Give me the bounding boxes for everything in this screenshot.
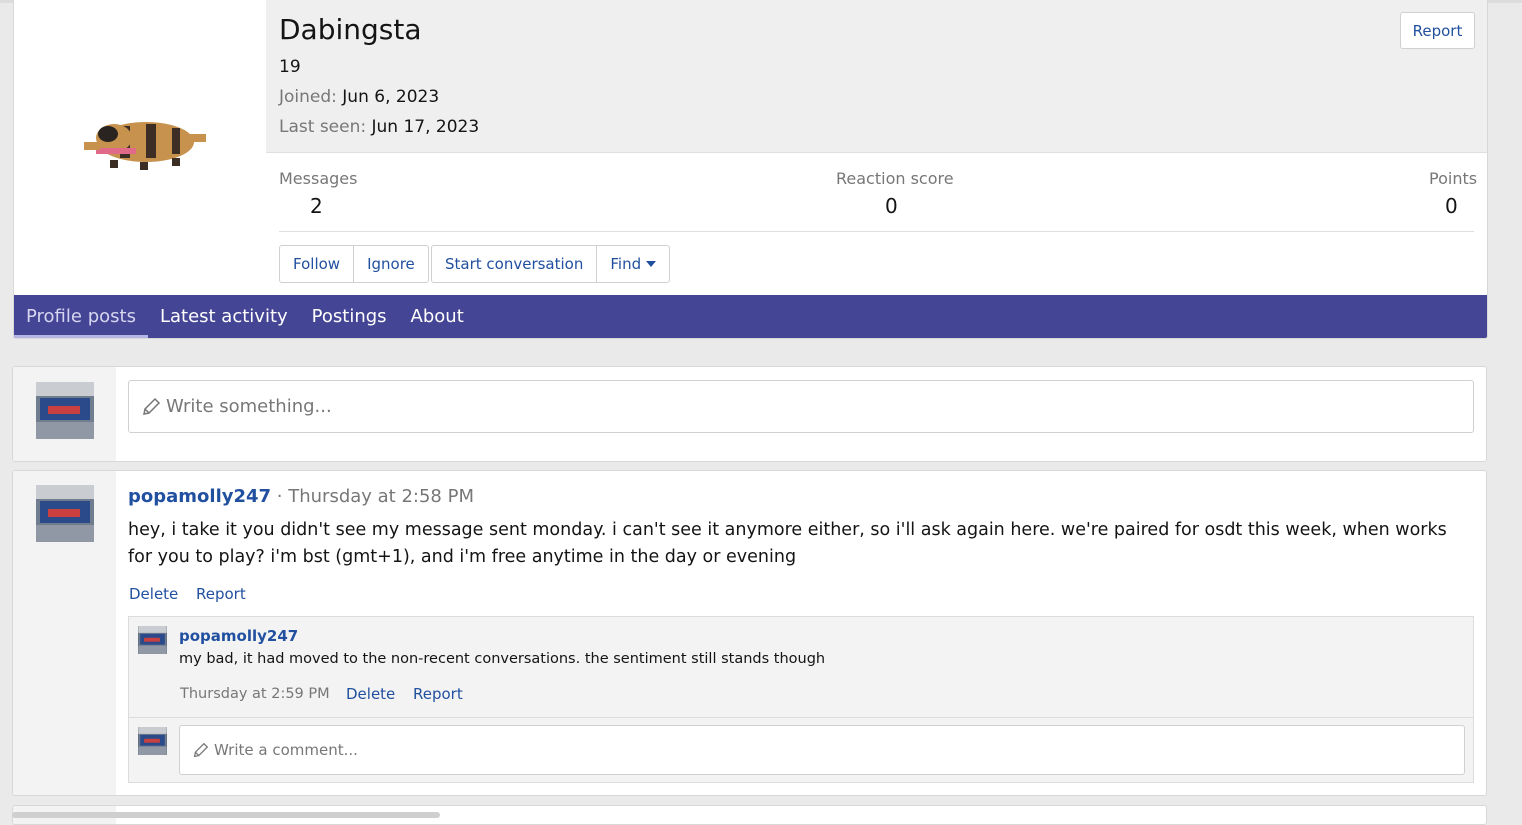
tab-postings[interactable]: Postings xyxy=(300,295,399,338)
post-report-link[interactable]: Report xyxy=(196,585,246,603)
profile-username: Dabingsta xyxy=(279,13,422,46)
joined-value: Jun 6, 2023 xyxy=(342,87,440,107)
messages-value[interactable]: 2 xyxy=(310,194,323,218)
ignore-button[interactable]: Ignore xyxy=(354,246,428,282)
pencil-icon xyxy=(193,742,209,757)
joined-info: Joined: Jun 6, 2023 xyxy=(279,87,439,107)
find-menu-button[interactable]: Find xyxy=(597,246,669,282)
conversation-find-group: Start conversation Find xyxy=(431,245,671,283)
comment-compose-area: Write a comment... xyxy=(129,717,1473,783)
profile-tabs: Profile posts Latest activity Postings A… xyxy=(14,295,1487,338)
points-label: Points xyxy=(1429,169,1478,188)
write-something-placeholder: Write something... xyxy=(166,396,332,417)
post-meta-separator: · xyxy=(271,486,289,507)
points-value[interactable]: 0 xyxy=(1445,194,1458,218)
follow-button[interactable]: Follow xyxy=(280,246,355,282)
comments-section: popamolly247 my bad, it had moved to the… xyxy=(128,616,1474,783)
lease-sign-avatar-icon xyxy=(138,626,167,654)
post-time[interactable]: Thursday at 2:58 PM xyxy=(288,486,474,507)
horizontal-scrollbar[interactable] xyxy=(12,812,440,818)
comment-time[interactable]: Thursday at 2:59 PM xyxy=(180,686,330,702)
last-seen-label: Last seen: xyxy=(279,117,367,137)
write-comment-input[interactable]: Write a comment... xyxy=(179,725,1465,775)
lease-sign-avatar-icon xyxy=(36,382,94,439)
comment-author-avatar[interactable] xyxy=(138,626,167,654)
last-seen-value[interactable]: Jun 17, 2023 xyxy=(372,117,480,137)
start-conversation-button[interactable]: Start conversation xyxy=(432,246,598,282)
follow-ignore-group: Follow Ignore xyxy=(279,245,429,283)
current-user-avatar[interactable] xyxy=(36,382,94,439)
find-label: Find xyxy=(610,255,642,273)
tab-profile-posts[interactable]: Profile posts xyxy=(14,295,148,338)
comment-compose-avatar[interactable] xyxy=(138,727,167,755)
post-header: popamolly247 · Thursday at 2:58 PM xyxy=(128,486,474,507)
profile-avatar[interactable] xyxy=(26,12,266,282)
comment-report-link[interactable]: Report xyxy=(413,685,463,703)
last-seen-info: Last seen: Jun 17, 2023 xyxy=(279,117,479,137)
lease-sign-avatar-icon xyxy=(36,485,94,542)
post-body: hey, i take it you didn't see my message… xyxy=(128,520,1447,567)
post-author-link[interactable]: popamolly247 xyxy=(128,486,271,507)
stats-divider xyxy=(279,231,1474,232)
profile-post-compose-card: Write something... xyxy=(12,366,1487,462)
report-profile-button[interactable]: Report xyxy=(1400,12,1475,49)
write-something-input[interactable]: Write something... xyxy=(128,380,1474,433)
lease-sign-avatar-icon xyxy=(138,727,167,755)
profile-header-card: Dabingsta 19 Joined: Jun 6, 2023 Last se… xyxy=(13,0,1488,339)
profile-post-card: popamolly247 · Thursday at 2:58 PM hey, … xyxy=(12,470,1487,796)
post-author-avatar[interactable] xyxy=(36,485,94,542)
comment-author-link[interactable]: popamolly247 xyxy=(179,627,298,645)
comment-delete-link[interactable]: Delete xyxy=(346,685,395,703)
post-delete-link[interactable]: Delete xyxy=(129,585,178,603)
tab-about[interactable]: About xyxy=(399,295,476,338)
sandile-sprite-icon xyxy=(84,122,206,170)
user-title: 19 xyxy=(279,57,301,77)
chevron-down-icon xyxy=(646,261,657,267)
write-comment-placeholder: Write a comment... xyxy=(214,741,358,759)
comment-body: my bad, it had moved to the non-recent c… xyxy=(179,651,826,667)
tab-latest-activity[interactable]: Latest activity xyxy=(148,295,300,338)
joined-label: Joined: xyxy=(279,87,337,107)
pencil-icon xyxy=(143,397,161,415)
reaction-score-label: Reaction score xyxy=(836,169,954,188)
messages-label: Messages xyxy=(279,169,358,188)
reaction-score-value[interactable]: 0 xyxy=(885,194,898,218)
